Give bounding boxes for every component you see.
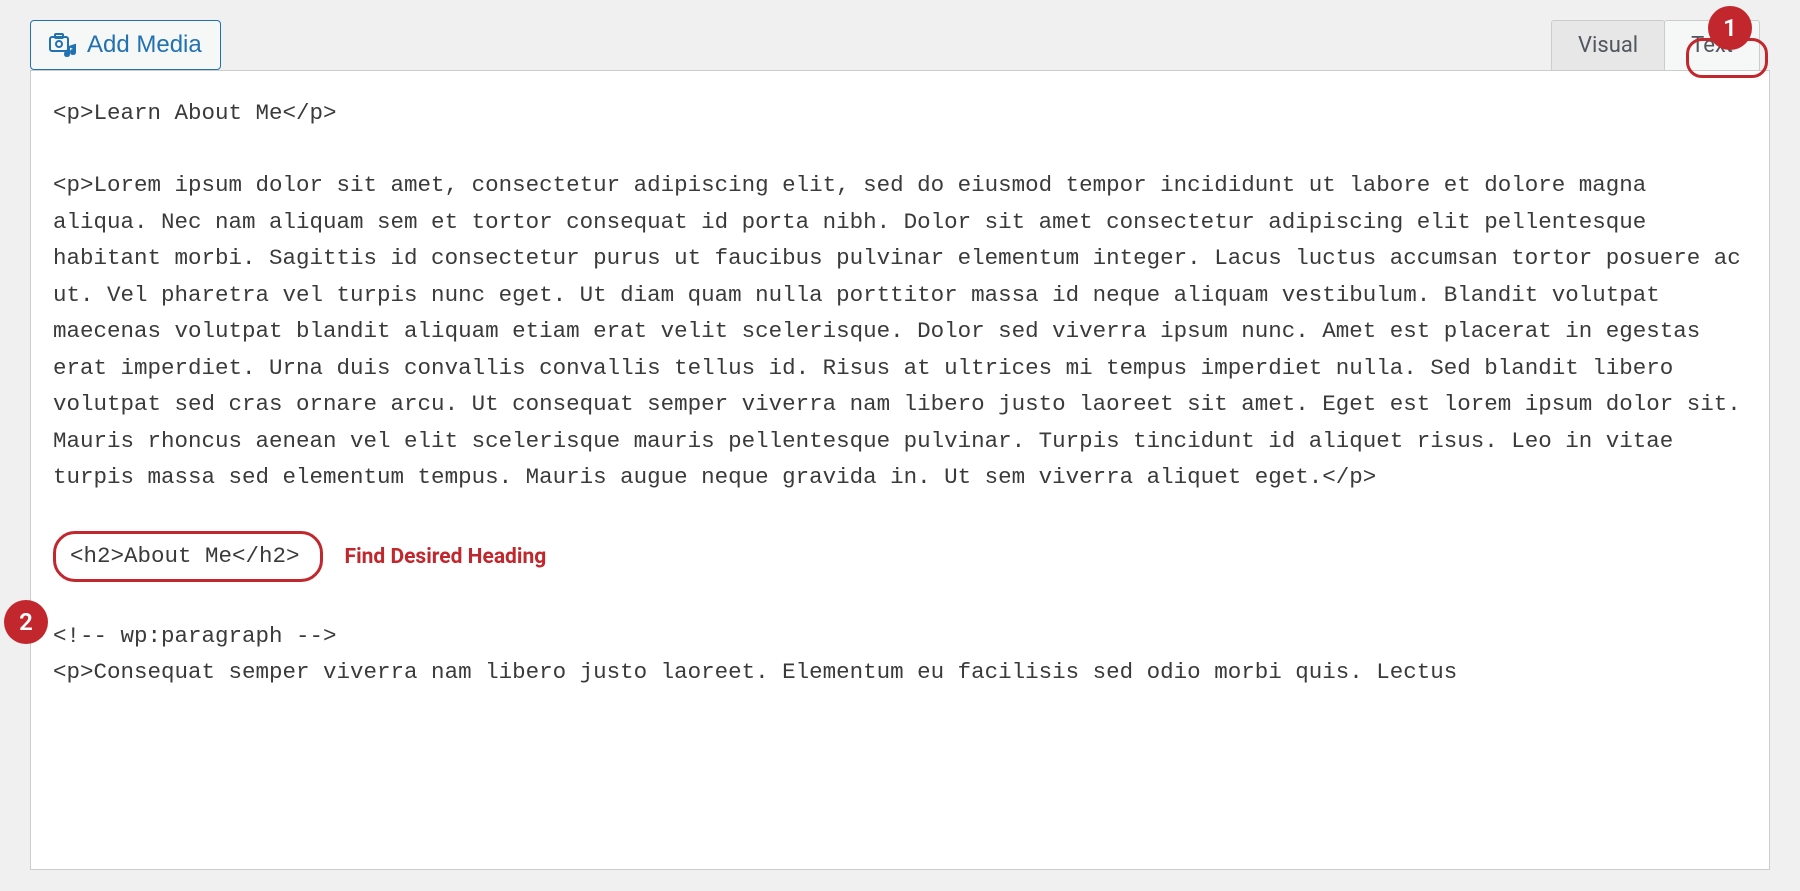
add-media-label: Add Media xyxy=(87,31,202,59)
annotation-oval-heading: <h2>About Me</h2> xyxy=(53,531,323,581)
heading-line-row: <h2>About Me</h2> Find Desired Heading xyxy=(53,531,1747,581)
code-line-p1: <p>Learn About Me</p> xyxy=(53,95,1747,131)
annotation-heading-note: Find Desired Heading xyxy=(345,545,547,569)
code-line-h2: <h2>About Me</h2> xyxy=(70,543,300,569)
code-line-p2: <p>Lorem ipsum dolor sit amet, consectet… xyxy=(53,167,1747,495)
code-line-p3: <p>Consequat semper viverra nam libero j… xyxy=(53,654,1747,690)
annotation-badge-1: 1 xyxy=(1708,6,1752,50)
text-editor-area[interactable]: <p>Learn About Me</p> <p>Lorem ipsum dol… xyxy=(30,70,1770,870)
annotation-badge-2: 2 xyxy=(4,600,48,644)
tab-visual[interactable]: Visual xyxy=(1551,20,1665,70)
camera-music-icon xyxy=(49,33,77,57)
code-line-comment: <!-- wp:paragraph --> xyxy=(53,618,1747,654)
editor-toolbar: Add Media Visual Text xyxy=(0,0,1800,70)
add-media-button[interactable]: Add Media xyxy=(30,20,221,70)
